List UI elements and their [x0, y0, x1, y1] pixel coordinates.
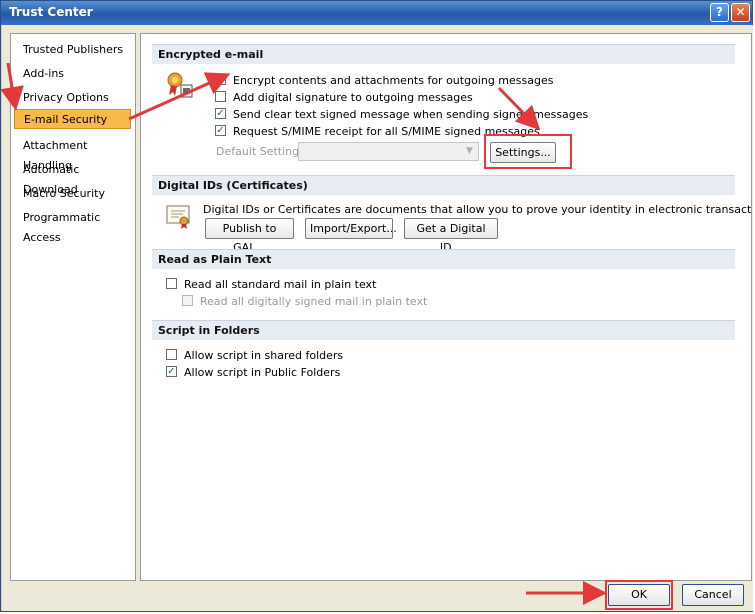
- sidebar-item-programmatic-access[interactable]: Programmatic Access: [14, 208, 131, 244]
- trust-center-dialog: Trust Center ? ✕ Trusted Publishers Add-…: [0, 0, 753, 612]
- sidebar-item-add-ins[interactable]: Add-ins: [14, 64, 131, 84]
- category-sidebar: Trusted Publishers Add-ins Privacy Optio…: [10, 33, 136, 581]
- chevron-down-icon: ▼: [466, 146, 473, 156]
- encrypt-contents-label: Encrypt contents and attachments for out…: [233, 74, 554, 87]
- sidebar-item-attachment-handling[interactable]: Attachment Handling: [14, 136, 131, 172]
- add-digital-signature-checkbox[interactable]: [215, 91, 226, 102]
- add-digital-signature-label: Add digital signature to outgoing messag…: [233, 91, 473, 104]
- send-clear-text-label: Send clear text signed message when send…: [233, 108, 589, 121]
- read-signed-plain-text-checkbox: [182, 295, 193, 306]
- sidebar-item-macro-security[interactable]: Macro Security: [14, 184, 131, 204]
- digital-ids-description: Digital IDs or Certificates are document…: [203, 203, 752, 216]
- default-setting-label: Default Setting:: [216, 145, 303, 158]
- close-icon[interactable]: ✕: [731, 3, 750, 22]
- section-header-read-as-plain-text: Read as Plain Text: [152, 249, 735, 269]
- settings-panel: Encrypted e-mail ✓ Encrypt contents and …: [140, 33, 752, 581]
- read-standard-plain-text-checkbox[interactable]: [166, 278, 177, 289]
- help-icon[interactable]: ?: [710, 3, 729, 22]
- section-header-encrypted-email: Encrypted e-mail: [152, 44, 735, 64]
- highlight-box-settings: [484, 134, 572, 169]
- encrypt-contents-checkbox[interactable]: ✓: [215, 74, 226, 85]
- default-setting-dropdown[interactable]: ▼: [298, 142, 479, 161]
- send-clear-text-checkbox[interactable]: ✓: [215, 108, 226, 119]
- title-bar[interactable]: Trust Center ? ✕: [1, 1, 752, 25]
- allow-script-shared-checkbox[interactable]: [166, 349, 177, 360]
- get-a-digital-id-button[interactable]: Get a Digital ID...: [404, 218, 498, 254]
- sidebar-item-email-security[interactable]: E-mail Security: [14, 109, 131, 129]
- window-title: Trust Center: [9, 5, 93, 19]
- allow-script-shared-label: Allow script in shared folders: [184, 349, 344, 362]
- allow-script-public-label: Allow script in Public Folders: [184, 366, 341, 379]
- dialog-client-area: Trusted Publishers Add-ins Privacy Optio…: [2, 25, 753, 611]
- publish-to-gal-button[interactable]: Publish to GAL...: [205, 218, 294, 254]
- read-signed-plain-text-label: Read all digitally signed mail in plain …: [200, 295, 428, 308]
- certificate-ribbon-icon: [167, 72, 193, 98]
- request-smime-receipt-checkbox[interactable]: ✓: [215, 125, 226, 136]
- import-export-button[interactable]: Import/Export...: [305, 218, 397, 239]
- read-standard-plain-text-label: Read all standard mail in plain text: [184, 278, 377, 291]
- allow-script-public-checkbox[interactable]: ✓: [166, 366, 177, 377]
- section-header-digital-ids: Digital IDs (Certificates): [152, 175, 735, 195]
- section-header-script-in-folders: Script in Folders: [152, 320, 735, 340]
- cancel-button[interactable]: Cancel: [682, 584, 744, 606]
- digital-certificate-icon: [166, 205, 190, 229]
- sidebar-item-trusted-publishers[interactable]: Trusted Publishers: [14, 40, 131, 60]
- sidebar-item-privacy-options[interactable]: Privacy Options: [14, 88, 131, 108]
- ok-button[interactable]: OK: [608, 584, 670, 606]
- sidebar-item-automatic-download[interactable]: Automatic Download: [14, 160, 131, 196]
